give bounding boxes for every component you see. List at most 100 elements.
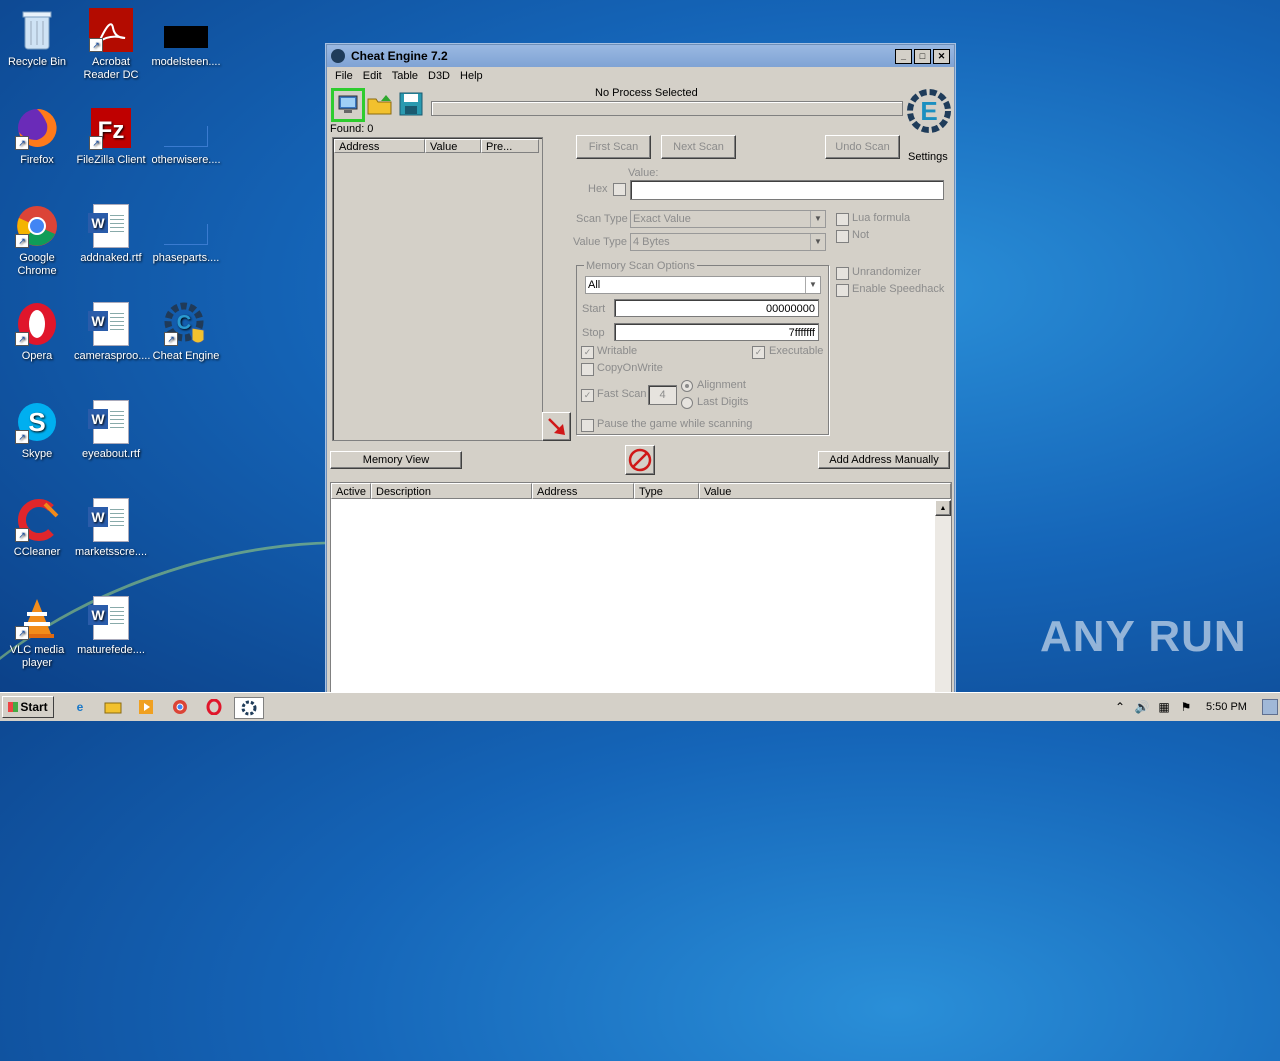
show-desktop-button[interactable] [1262, 699, 1278, 715]
start-address-value: 00000000 [766, 303, 815, 315]
menu-d3d[interactable]: D3D [428, 70, 450, 82]
desktop-icon-chrome[interactable]: ↗ Google Chrome [0, 204, 74, 278]
alignment-radio[interactable] [681, 380, 693, 392]
minimize-button[interactable]: _ [895, 49, 912, 64]
windows-logo-icon [8, 702, 19, 712]
undo-scan-button[interactable]: Undo Scan [825, 135, 900, 159]
column-header-previous[interactable]: Pre... [481, 139, 539, 153]
desktop-icon-label: Acrobat Reader DC [83, 56, 139, 81]
last-digits-radio[interactable] [681, 397, 693, 409]
desktop-icon-modelsteen[interactable]: modelsteen.... [149, 8, 223, 69]
lua-formula-checkbox[interactable] [836, 213, 849, 226]
hex-label: Hex [588, 183, 608, 195]
clock[interactable]: 5:50 PM [1206, 701, 1247, 713]
cheat-engine-taskbar-icon[interactable] [234, 697, 264, 719]
lua-formula-label: Lua formula [852, 212, 911, 224]
media-player-icon[interactable] [136, 697, 156, 717]
menu-help[interactable]: Help [460, 70, 483, 82]
cheat-engine-icon: C ↗ [164, 302, 208, 346]
add-address-manually-button[interactable]: Add Address Manually [818, 451, 950, 469]
scroll-up-button[interactable]: ▲ [935, 500, 951, 516]
recycle-bin-icon [15, 8, 59, 52]
window-titlebar[interactable]: Cheat Engine 7.2 _ □ ✕ [327, 45, 954, 67]
cheat-engine-logo[interactable]: E [907, 87, 951, 147]
vertical-scrollbar[interactable]: ▲ [935, 500, 951, 693]
desktop-icon-otherwisere[interactable]: otherwisere.... [149, 106, 223, 167]
desktop-icon-camerasproo[interactable]: W camerasproo.... [74, 302, 150, 363]
table-header-value[interactable]: Value [699, 483, 951, 499]
fast-scan-checkbox[interactable]: ✓ [581, 389, 594, 402]
select-process-button[interactable] [331, 88, 365, 122]
table-header-active[interactable]: Active [331, 483, 371, 499]
not-checkbox[interactable] [836, 230, 849, 243]
add-to-list-button[interactable] [542, 412, 571, 441]
taskbar: Start e ⌃ 🔊 ▦ ⚑ 5:50 PM [0, 692, 1280, 721]
desktop-icon-skype[interactable]: S ↗ Skype [0, 400, 74, 461]
settings-label[interactable]: Settings [908, 151, 948, 163]
start-button[interactable]: Start [2, 696, 54, 718]
shortcut-arrow-icon: ↗ [15, 234, 29, 248]
desktop-icon-marketsscre[interactable]: W marketsscre.... [74, 498, 148, 559]
hex-checkbox[interactable] [613, 183, 626, 196]
close-button[interactable]: ✕ [933, 49, 950, 64]
scan-results-list[interactable]: Address Value Pre... [332, 137, 543, 441]
desktop-icon-vlc[interactable]: ↗ VLC media player [0, 596, 74, 670]
pause-game-checkbox[interactable] [581, 419, 594, 432]
executable-checkbox[interactable]: ✓ [752, 346, 765, 359]
table-header-description[interactable]: Description [371, 483, 532, 499]
executable-label: Executable [769, 345, 824, 357]
action-center-flag-icon[interactable]: ⚑ [1176, 697, 1196, 717]
shortcut-arrow-icon: ↗ [89, 136, 103, 150]
next-scan-button[interactable]: Next Scan [661, 135, 736, 159]
volume-icon[interactable]: 🔊 [1132, 697, 1152, 717]
desktop-icon-filezilla[interactable]: Fz ↗ FileZilla Client [74, 106, 148, 167]
menu-table[interactable]: Table [392, 70, 418, 82]
start-address-input[interactable]: 00000000 [614, 299, 819, 317]
open-file-button[interactable] [365, 89, 395, 119]
value-type-select[interactable]: 4 Bytes ▼ [630, 233, 826, 251]
internet-explorer-icon[interactable]: e [70, 697, 90, 717]
filezilla-icon: Fz ↗ [89, 106, 133, 150]
opera-taskbar-icon[interactable] [204, 697, 224, 717]
file-explorer-icon[interactable] [103, 697, 123, 717]
menu-bar: File Edit Table D3D Help [327, 67, 954, 85]
save-button[interactable] [396, 89, 426, 119]
stop-address-input[interactable]: 7fffffff [614, 323, 819, 341]
value-input[interactable] [630, 180, 944, 200]
unrandomizer-checkbox[interactable] [836, 267, 849, 280]
menu-edit[interactable]: Edit [363, 70, 382, 82]
network-icon[interactable]: ▦ [1154, 697, 1174, 717]
memory-view-button[interactable]: Memory View [330, 451, 462, 469]
desktop-icon-recycle-bin[interactable]: Recycle Bin [0, 8, 74, 69]
enable-speedhack-checkbox[interactable] [836, 284, 849, 297]
column-header-address[interactable]: Address [334, 139, 425, 153]
stop-address-value: 7fffffff [788, 327, 815, 339]
menu-file[interactable]: File [335, 70, 353, 82]
memory-region-select[interactable]: All ▼ [585, 276, 821, 294]
desktop-icon-maturefede[interactable]: W maturefede.... [74, 596, 148, 657]
chrome-icon: ↗ [15, 204, 59, 248]
shortcut-arrow-icon: ↗ [15, 626, 29, 640]
desktop-icon-firefox[interactable]: ↗ Firefox [0, 106, 74, 167]
table-header-type[interactable]: Type [634, 483, 699, 499]
desktop-icon-eyeabout[interactable]: W eyeabout.rtf [74, 400, 148, 461]
scan-type-select[interactable]: Exact Value ▼ [630, 210, 826, 228]
desktop-icon-label: eyeabout.rtf [81, 448, 141, 460]
desktop-icon-ccleaner[interactable]: ↗ CCleaner [0, 498, 74, 559]
show-hidden-icons-icon[interactable]: ⌃ [1110, 697, 1130, 717]
table-header-address[interactable]: Address [532, 483, 634, 499]
desktop-icon-cheat-engine[interactable]: C ↗ Cheat Engine [149, 302, 223, 363]
stop-scan-button[interactable] [625, 445, 655, 475]
copy-on-write-checkbox[interactable] [581, 363, 594, 376]
desktop-icon-acrobat[interactable]: ↗ Acrobat Reader DC [74, 8, 148, 82]
desktop-icon-opera[interactable]: ↗ Opera [0, 302, 74, 363]
address-table[interactable]: Active Description Address Type Value ▲ [330, 482, 952, 695]
desktop-icon-phaseparts[interactable]: phaseparts.... [149, 204, 223, 265]
writable-checkbox[interactable]: ✓ [581, 346, 594, 359]
fast-scan-input[interactable]: 4 [648, 385, 677, 405]
column-header-value[interactable]: Value [425, 139, 481, 153]
desktop-icon-addnaked[interactable]: W addnaked.rtf [74, 204, 148, 265]
maximize-button[interactable]: □ [914, 49, 931, 64]
first-scan-button[interactable]: First Scan [576, 135, 651, 159]
chrome-taskbar-icon[interactable] [170, 697, 190, 717]
